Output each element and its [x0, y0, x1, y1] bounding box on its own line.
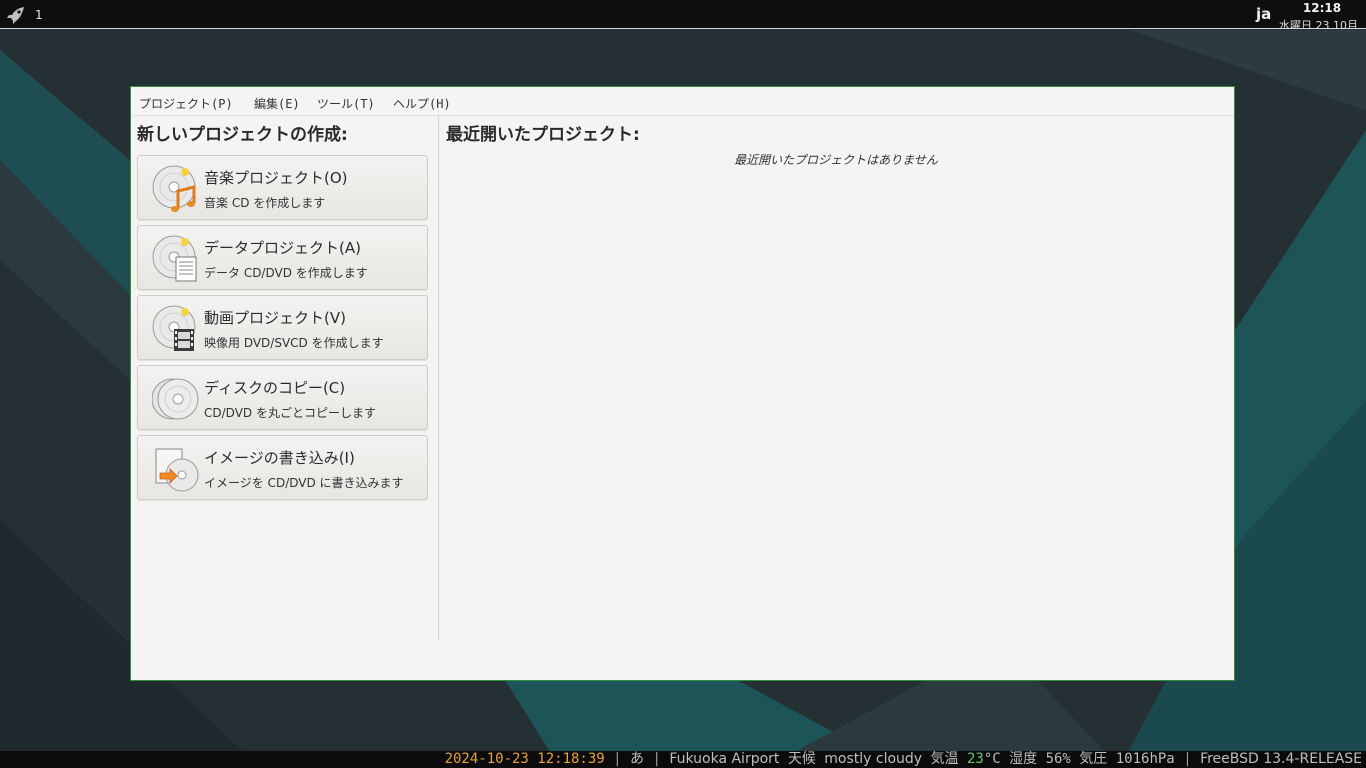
app-window: プロジェクト(P) 編集(E) ツール(T) ヘルプ(H) 新しいプロジェクトの… — [130, 86, 1235, 681]
video-project-button[interactable]: 動画プロジェクト(V) 映像用 DVD/SVCD を作成します — [137, 295, 428, 360]
audio-project-title: 音楽プロジェクト(O) — [204, 169, 348, 187]
new-project-heading: 新しいプロジェクトの作成: — [137, 125, 348, 145]
new-project-pane: 新しいプロジェクトの作成: 音楽プロジェクト(O) 音楽 CD を作成します デ… — [131, 115, 439, 640]
menu-project[interactable]: プロジェクト(P) — [139, 95, 233, 112]
disc-copy-icon — [152, 378, 199, 420]
audio-project-desc: 音楽 CD を作成します — [204, 196, 326, 210]
language-indicator[interactable]: ja — [1256, 5, 1271, 23]
video-project-title: 動画プロジェクト(V) — [204, 309, 346, 327]
disc-copy-button[interactable]: ディスクのコピー(C) CD/DVD を丸ごとコピーします — [137, 365, 428, 430]
recent-projects-empty-message: 最近開いたプロジェクトはありません — [734, 153, 938, 167]
status-os: FreeBSD 13.4-RELEASE — [1200, 751, 1362, 767]
video-disc-icon — [152, 305, 196, 351]
audio-project-button[interactable]: 音楽プロジェクト(O) 音楽 CD を作成します — [137, 155, 428, 220]
status-bar: 2024-10-23 12:18:39 | あ | Fukuoka Airpor… — [0, 751, 1366, 768]
data-project-desc: データ CD/DVD を作成します — [204, 266, 368, 280]
status-humidity-label: 湿度 — [1009, 751, 1038, 767]
disc-copy-desc: CD/DVD を丸ごとコピーします — [204, 406, 376, 420]
status-pressure: 1016hPa — [1115, 751, 1175, 767]
burn-image-icon — [155, 448, 199, 492]
status-input-method[interactable]: あ — [630, 751, 644, 767]
status-location: Fukuoka Airport — [669, 751, 780, 767]
audio-cd-icon — [152, 165, 196, 212]
status-humidity: 56% — [1045, 751, 1071, 767]
clock-date: 水曜日 23 10月 — [1279, 19, 1358, 29]
status-weather: mostly cloudy — [824, 751, 923, 767]
status-temp-value: 23 — [966, 751, 984, 767]
clock-time[interactable]: 12:18 — [1300, 1, 1344, 15]
data-project-button[interactable]: データプロジェクト(A) データ CD/DVD を作成します — [137, 225, 428, 290]
disc-copy-title: ディスクのコピー(C) — [204, 379, 346, 397]
status-temp-label: 気温 — [930, 751, 959, 767]
status-datetime: 2024-10-23 12:18:39 — [444, 751, 605, 767]
recent-projects-heading: 最近開いたプロジェクト: — [446, 125, 640, 145]
data-cd-icon — [152, 235, 197, 282]
menu-tools[interactable]: ツール(T) — [317, 95, 375, 112]
top-panel: 1 ja 12:18 水曜日 23 10月 — [0, 0, 1366, 29]
data-project-title: データプロジェクト(A) — [204, 239, 361, 257]
rocket-icon[interactable] — [6, 6, 26, 24]
status-temp-unit: °C — [983, 751, 1001, 767]
menu-edit[interactable]: 編集(E) — [254, 95, 300, 112]
burn-image-button[interactable]: イメージの書き込み(I) イメージを CD/DVD に書き込みます — [137, 435, 428, 500]
video-project-desc: 映像用 DVD/SVCD を作成します — [204, 336, 384, 350]
menubar: プロジェクト(P) 編集(E) ツール(T) ヘルプ(H) — [131, 87, 1234, 116]
burn-image-title: イメージの書き込み(I) — [204, 449, 355, 467]
burn-image-desc: イメージを CD/DVD に書き込みます — [204, 476, 404, 490]
workspace-indicator[interactable]: 1 — [35, 8, 43, 22]
status-pressure-label: 気圧 — [1079, 751, 1108, 767]
menu-help[interactable]: ヘルプ(H) — [393, 95, 451, 112]
status-weather-label: 天候 — [787, 751, 816, 767]
